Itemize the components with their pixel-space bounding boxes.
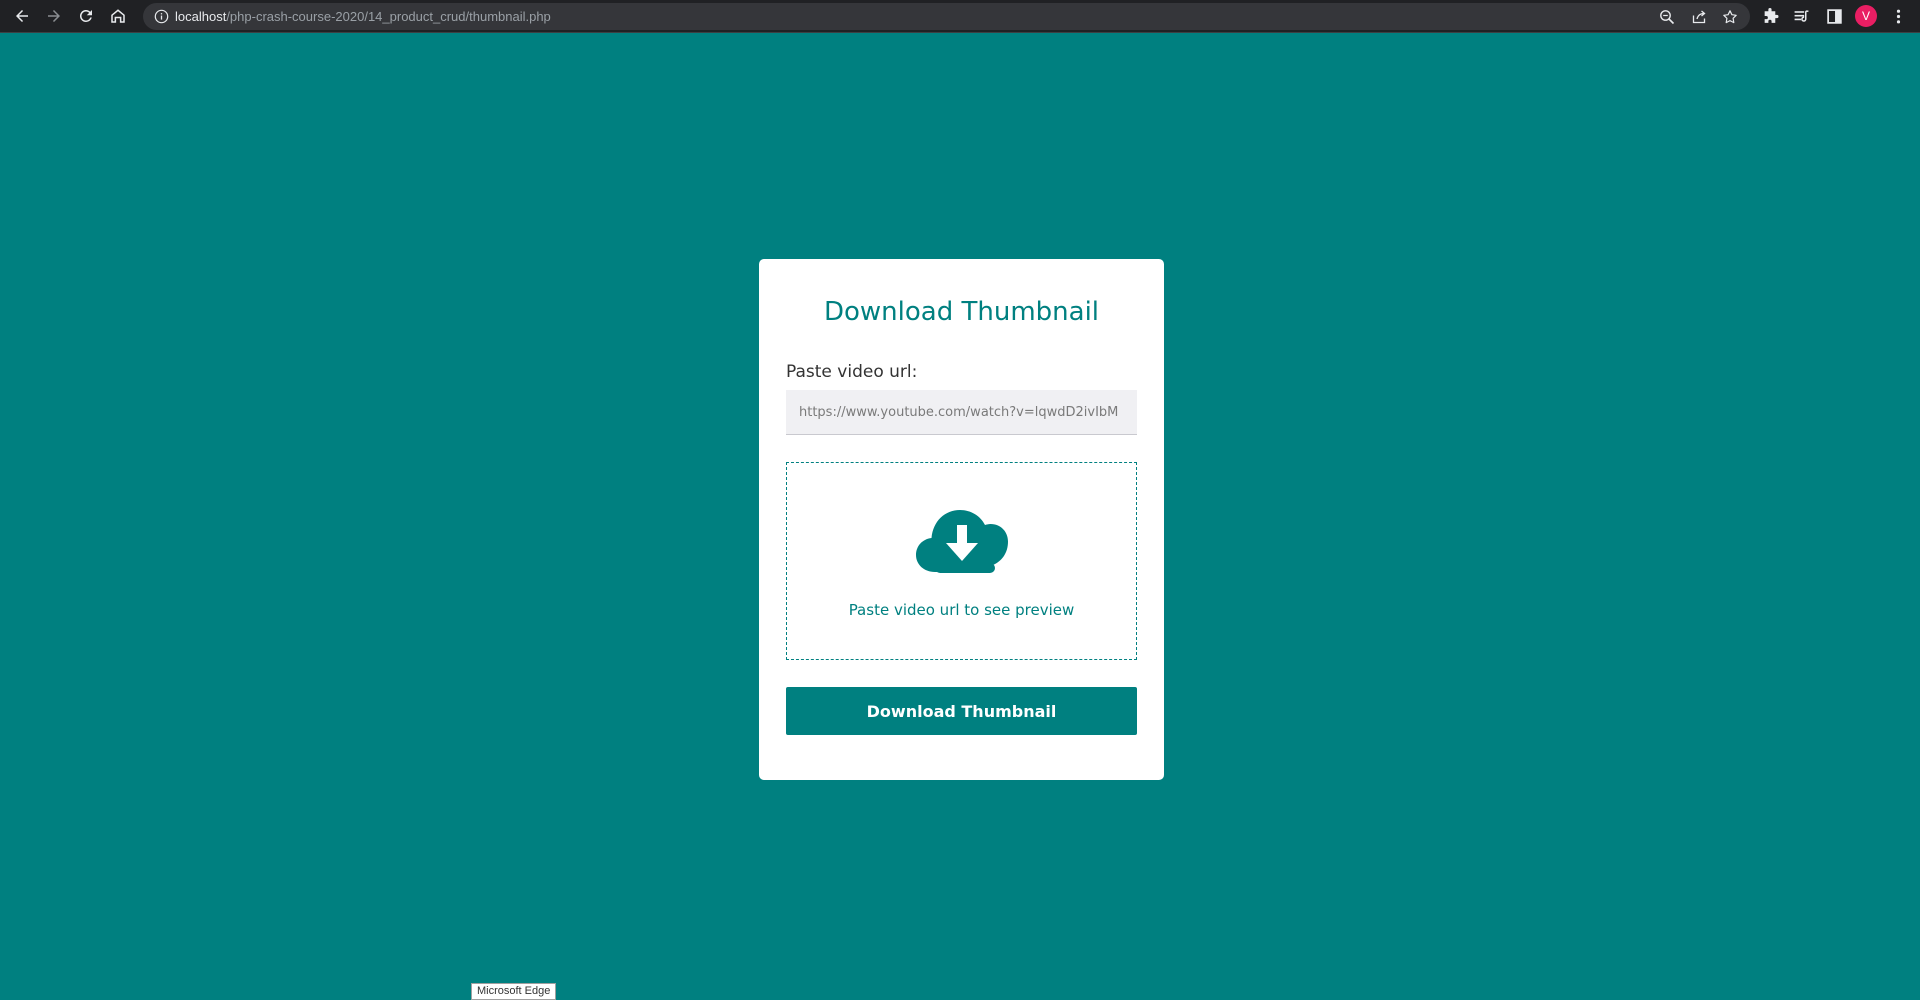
forward-button[interactable] <box>42 4 66 28</box>
cloud-download-icon <box>916 510 1008 573</box>
bookmark-star-icon[interactable] <box>1721 8 1739 26</box>
page-title: Download Thumbnail <box>823 297 1100 327</box>
url-text[interactable]: localhost/php-crash-course-2020/14_produ… <box>175 8 551 25</box>
download-thumbnail-card: Download Thumbnail Paste video url: Past… <box>759 259 1164 780</box>
reading-list-icon[interactable] <box>1791 6 1811 26</box>
taskbar-tooltip: Microsoft Edge <box>471 983 557 1000</box>
video-url-input[interactable] <box>786 390 1137 435</box>
side-panel-icon[interactable] <box>1824 6 1844 26</box>
url-host: localhost <box>175 9 227 24</box>
site-info-icon[interactable] <box>154 9 169 24</box>
reload-button[interactable] <box>74 4 98 28</box>
address-bar[interactable]: localhost/php-crash-course-2020/14_produ… <box>143 3 1750 30</box>
thumbnail-preview-area: Paste video url to see preview <box>786 462 1137 660</box>
menu-kebab-icon[interactable] <box>1888 6 1908 26</box>
url-field-label: Paste video url: <box>786 362 918 382</box>
home-button[interactable] <box>106 4 130 28</box>
back-button[interactable] <box>10 4 34 28</box>
zoom-icon[interactable] <box>1658 8 1676 26</box>
profile-avatar[interactable]: V <box>1855 5 1877 27</box>
browser-toolbar: localhost/php-crash-course-2020/14_produ… <box>0 0 1920 33</box>
url-path: /php-crash-course-2020/14_product_crud/t… <box>226 9 551 24</box>
extensions-icon[interactable] <box>1760 6 1780 26</box>
preview-hint-text: Paste video url to see preview <box>848 601 1075 619</box>
share-icon[interactable] <box>1690 8 1708 26</box>
download-thumbnail-button[interactable]: Download Thumbnail <box>786 687 1137 735</box>
